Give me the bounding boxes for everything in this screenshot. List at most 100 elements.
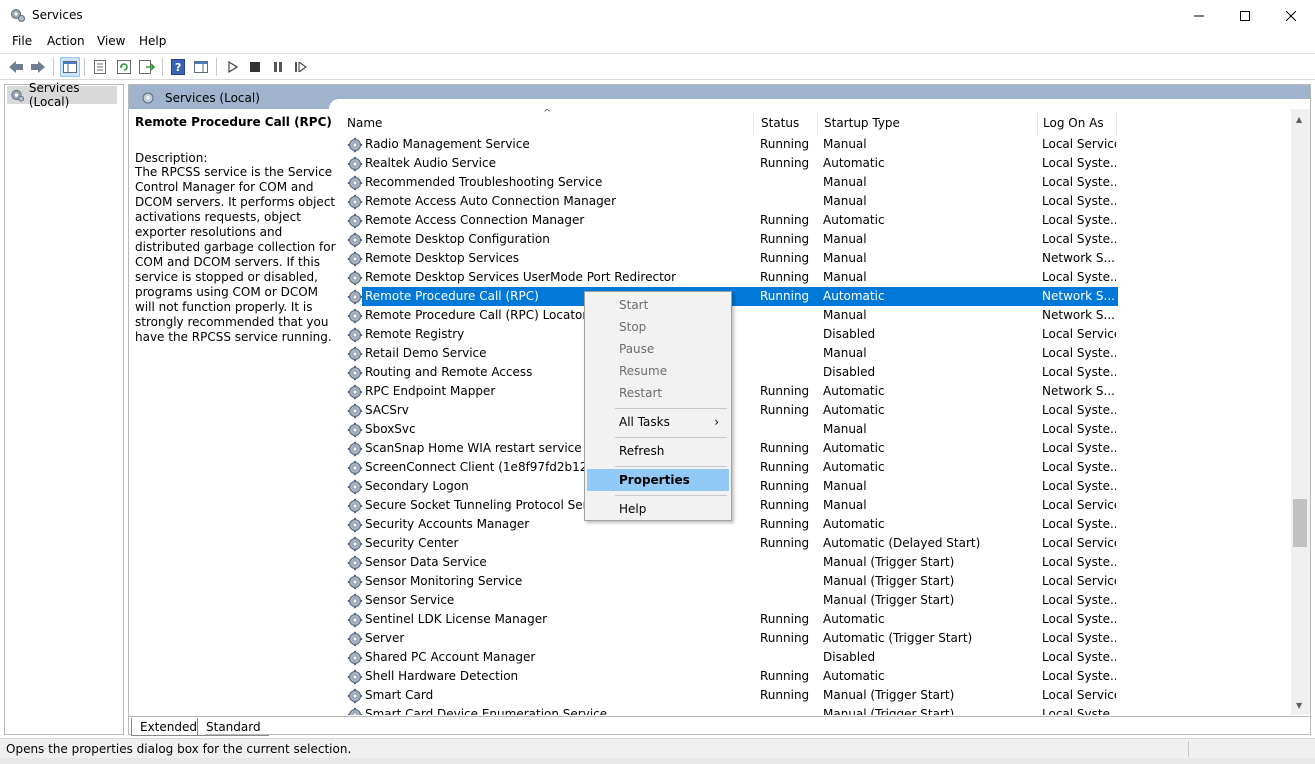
- service-row[interactable]: Remote Procedure Call (RPC) Locator Manua…: [343, 306, 1291, 325]
- context-start[interactable]: Start: [587, 294, 729, 316]
- scroll-down-icon[interactable]: ▼: [1296, 701, 1302, 710]
- selected-service-name: Remote Procedure Call (RPC): [135, 115, 332, 129]
- services-gear-icon: [11, 9, 25, 22]
- vertical-scrollbar[interactable]: ▲ ▼: [1291, 109, 1310, 715]
- menu-action[interactable]: Action: [47, 34, 85, 48]
- service-row[interactable]: Security Accounts Manager Running Automati…: [343, 515, 1291, 534]
- close-button[interactable]: [1268, 0, 1314, 31]
- back-button[interactable]: [6, 57, 26, 77]
- service-status-cell: Running: [760, 612, 810, 626]
- menu-help[interactable]: Help: [139, 34, 166, 48]
- menu-view[interactable]: View: [97, 34, 125, 48]
- refresh-toolbar-button[interactable]: [114, 57, 134, 77]
- column-divider[interactable]: [1037, 113, 1038, 135]
- show-hide-console-tree-button[interactable]: [60, 57, 80, 77]
- service-row[interactable]: Remote Registry Disabled Local Service: [343, 325, 1291, 344]
- context-restart[interactable]: Restart: [587, 382, 729, 404]
- service-row[interactable]: Sensor Monitoring Service Manual (Trigger…: [343, 572, 1291, 591]
- service-name-cell: Remote Access Auto Connection Manager: [365, 194, 616, 208]
- service-startup-cell: Automatic: [823, 156, 885, 170]
- service-startup-cell: Manual (Trigger Start): [823, 707, 955, 715]
- service-row[interactable]: Secondary Logon Running Manual Local Syste.…: [343, 477, 1291, 496]
- service-row[interactable]: Smart Card Running Manual (Trigger Start) L…: [343, 686, 1291, 705]
- service-row[interactable]: Remote Procedure Call (RPC) Running Automa…: [343, 287, 1291, 306]
- context-pause-label: Pause: [619, 342, 655, 356]
- scroll-up-icon[interactable]: ▲: [1296, 115, 1302, 124]
- service-row[interactable]: Realtek Audio Service Running Automatic Loc…: [343, 154, 1291, 173]
- service-logon-cell: Network S...: [1042, 308, 1115, 322]
- export-list-button[interactable]: [137, 57, 157, 77]
- service-row[interactable]: ScreenConnect Client (1e8f97fd2b122e61) R…: [343, 458, 1291, 477]
- column-header-status[interactable]: Status: [757, 111, 817, 135]
- column-header-log-on-as[interactable]: Log On As: [1039, 111, 1119, 135]
- context-resume[interactable]: Resume: [587, 360, 729, 382]
- back-arrow-icon: [9, 61, 23, 73]
- service-row[interactable]: ScanSnap Home WIA restart service Running…: [343, 439, 1291, 458]
- service-row[interactable]: Secure Socket Tunneling Protocol Service…: [343, 496, 1291, 515]
- service-row[interactable]: Sentinel LDK License Manager Running Autom…: [343, 610, 1291, 629]
- service-startup-cell: Manual: [823, 175, 867, 189]
- help-toolbar-button[interactable]: ?: [168, 57, 188, 77]
- service-gear-icon: [347, 460, 363, 476]
- service-gear-icon: [347, 669, 363, 685]
- minimize-button[interactable]: [1176, 0, 1222, 31]
- show-action-pane-button[interactable]: [191, 57, 211, 77]
- context-properties[interactable]: Properties: [587, 469, 729, 491]
- service-gear-icon: [347, 498, 363, 514]
- service-startup-cell: Automatic: [823, 289, 885, 303]
- column-divider[interactable]: [1116, 113, 1117, 135]
- pause-service-button[interactable]: [268, 57, 288, 77]
- tree-item-services-local[interactable]: Services (Local): [7, 81, 117, 109]
- restart-service-button[interactable]: [291, 57, 311, 77]
- context-all-tasks[interactable]: All Tasks ›: [587, 411, 729, 433]
- service-logon-cell: Local Syste...: [1042, 460, 1116, 474]
- service-logon-cell: Local Syste...: [1042, 707, 1116, 715]
- start-service-button[interactable]: [223, 57, 243, 77]
- context-help[interactable]: Help: [587, 498, 729, 520]
- service-row[interactable]: Radio Management Service Running Manual Loc…: [343, 135, 1291, 154]
- column-divider[interactable]: [753, 113, 754, 135]
- forward-button[interactable]: [28, 57, 48, 77]
- context-refresh-label: Refresh: [619, 444, 665, 458]
- service-status-cell: Running: [760, 213, 810, 227]
- service-row[interactable]: Sensor Data Service Manual (Trigger Start…: [343, 553, 1291, 572]
- column-header-startup-type[interactable]: Startup Type: [820, 111, 1035, 135]
- tab-standard[interactable]: Standard: [197, 718, 269, 736]
- context-stop-label: Stop: [619, 320, 647, 334]
- tab-extended[interactable]: Extended: [131, 718, 205, 736]
- context-refresh[interactable]: Refresh: [587, 440, 729, 462]
- service-row[interactable]: Remote Desktop Services UserMode Port Re…: [343, 268, 1291, 287]
- service-row[interactable]: Remote Access Auto Connection Manager Man…: [343, 192, 1291, 211]
- service-name-cell: Security Center: [365, 536, 459, 550]
- stop-service-button[interactable]: [245, 57, 265, 77]
- menu-file[interactable]: File: [12, 34, 32, 48]
- service-row[interactable]: Sensor Service Manual (Trigger Start) Loca…: [343, 591, 1291, 610]
- properties-toolbar-button[interactable]: [90, 57, 110, 77]
- scrollbar-thumb[interactable]: [1293, 499, 1307, 547]
- service-logon-cell: Network S...: [1042, 384, 1115, 398]
- service-row[interactable]: Recommended Troubleshooting Service Manua…: [343, 173, 1291, 192]
- service-row[interactable]: Smart Card Device Enumeration Service Man…: [343, 705, 1291, 715]
- maximize-button[interactable]: [1222, 0, 1268, 31]
- context-separator: [615, 408, 727, 409]
- service-row[interactable]: Shell Hardware Detection Running Automatic…: [343, 667, 1291, 686]
- service-row[interactable]: Retail Demo Service Manual Local Syste...: [343, 344, 1291, 363]
- service-row[interactable]: SboxSvc Manual Local Syste...: [343, 420, 1291, 439]
- service-row[interactable]: Server Running Automatic (Trigger Start) Lo…: [343, 629, 1291, 648]
- service-row[interactable]: Security Center Running Automatic (Delayed…: [343, 534, 1291, 553]
- service-row[interactable]: Routing and Remote Access Disabled Local S…: [343, 363, 1291, 382]
- context-pause[interactable]: Pause: [587, 338, 729, 360]
- service-row[interactable]: Remote Desktop Configuration Running Manua…: [343, 230, 1291, 249]
- column-divider[interactable]: [817, 113, 818, 135]
- service-row[interactable]: Remote Desktop Services Running Manual Netw…: [343, 249, 1291, 268]
- context-stop[interactable]: Stop: [587, 316, 729, 338]
- column-header-name[interactable]: Name ^: [343, 109, 753, 135]
- toolbar-separator: [162, 58, 163, 76]
- pause-icon: [274, 62, 282, 72]
- service-row[interactable]: Shared PC Account Manager Disabled Local S…: [343, 648, 1291, 667]
- service-row[interactable]: RPC Endpoint Mapper Running Automatic Netwo…: [343, 382, 1291, 401]
- service-row[interactable]: Remote Access Connection Manager Running A…: [343, 211, 1291, 230]
- service-startup-cell: Automatic: [823, 403, 885, 417]
- service-row[interactable]: SACSrv Running Automatic Local Syste...: [343, 401, 1291, 420]
- service-name-cell: Sensor Data Service: [365, 555, 487, 569]
